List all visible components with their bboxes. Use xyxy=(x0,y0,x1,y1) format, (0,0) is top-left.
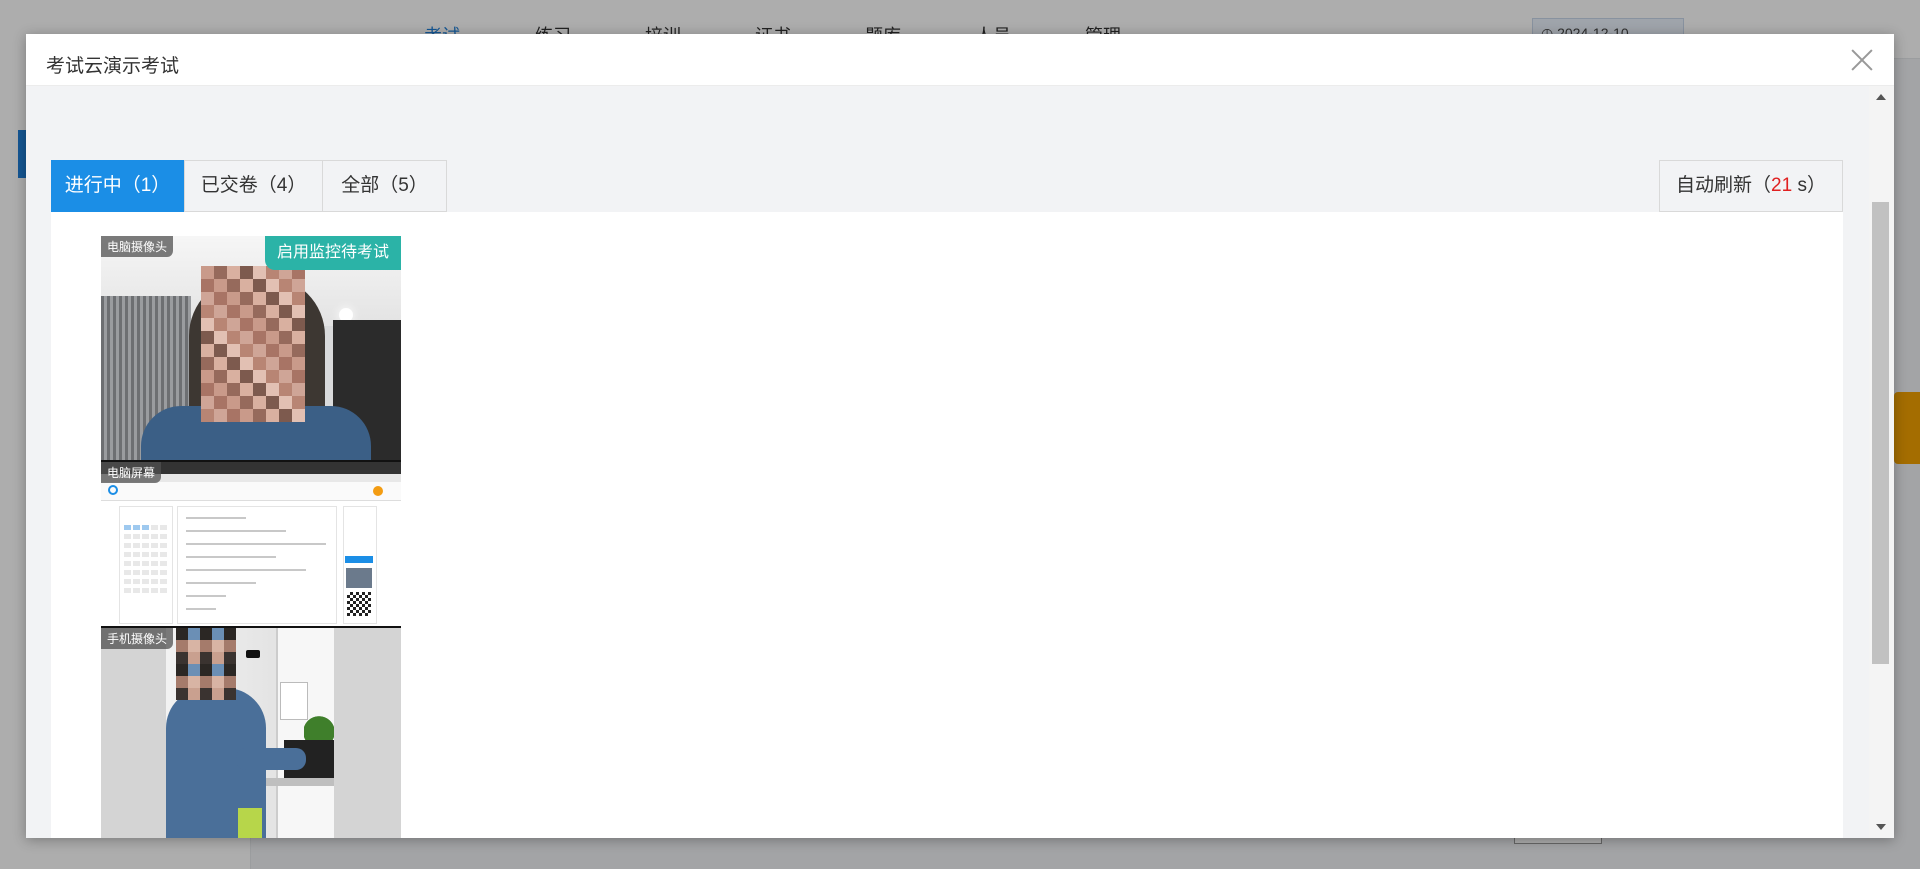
pixelated-face-phone xyxy=(176,628,236,700)
monitor-modal: 考试云演示考试 进行中（1） 已交卷（4） 全部（5） 自动刷新（21 s） 电… xyxy=(26,34,1894,838)
phone-image-camera xyxy=(246,650,260,658)
phone-camera-image xyxy=(166,628,334,838)
feed-label-screen: 电脑屏幕 xyxy=(101,462,162,483)
close-icon[interactable] xyxy=(1848,46,1876,74)
candidate-card[interactable]: 电脑摄像头 启用监控待考试 电脑屏幕 手机摄像头 xyxy=(101,236,401,838)
phone-camera-feed[interactable]: 手机摄像头 xyxy=(101,628,401,838)
pixelated-face xyxy=(201,266,305,426)
auto-refresh-suffix: s） xyxy=(1792,175,1826,196)
auto-refresh-count: 21 xyxy=(1771,175,1793,196)
screen-candidate-photo xyxy=(346,568,372,588)
modal-title: 考试云演示考试 xyxy=(46,56,180,77)
auto-refresh-button[interactable]: 自动刷新（21 s） xyxy=(1659,160,1843,212)
feed-label-phone: 手机摄像头 xyxy=(101,628,174,649)
scroll-up-arrow-icon[interactable] xyxy=(1876,94,1886,100)
feed-label-webcam: 电脑摄像头 xyxy=(101,236,174,257)
phone-image-chair xyxy=(238,808,262,838)
webcam-feed[interactable]: 电脑摄像头 启用监控待考试 xyxy=(101,236,401,460)
scroll-down-arrow-icon[interactable] xyxy=(1876,824,1886,830)
tab-in-progress[interactable]: 进行中（1） xyxy=(51,160,184,212)
tab-submitted[interactable]: 已交卷（4） xyxy=(184,160,323,212)
scrollbar-thumb[interactable] xyxy=(1872,202,1889,664)
auto-refresh-label: 自动刷新（ xyxy=(1676,175,1772,196)
screen-logo-icon xyxy=(108,485,118,495)
phone-image-arm xyxy=(236,748,306,770)
modal-body: 进行中（1） 已交卷（4） 全部（5） 自动刷新（21 s） 电脑摄像头 启用监… xyxy=(26,86,1869,838)
screen-page-header xyxy=(101,482,401,501)
screen-feed[interactable]: 电脑屏幕 xyxy=(101,460,401,628)
screen-qr-code xyxy=(347,592,371,616)
candidate-grid: 电脑摄像头 启用监控待考试 电脑屏幕 手机摄像头 xyxy=(51,212,1843,838)
tab-all[interactable]: 全部（5） xyxy=(322,160,447,212)
screen-avatar xyxy=(373,486,383,496)
modal-header: 考试云演示考试 xyxy=(26,34,1894,86)
status-tabs: 进行中（1） 已交卷（4） 全部（5） 自动刷新（21 s） xyxy=(51,160,1843,212)
screen-submit-button xyxy=(345,556,373,563)
status-badge[interactable]: 启用监控待考试 xyxy=(264,236,401,270)
screen-question-body xyxy=(177,506,337,624)
vertical-scrollbar[interactable] xyxy=(1869,86,1894,838)
screen-question-nav xyxy=(119,506,173,624)
